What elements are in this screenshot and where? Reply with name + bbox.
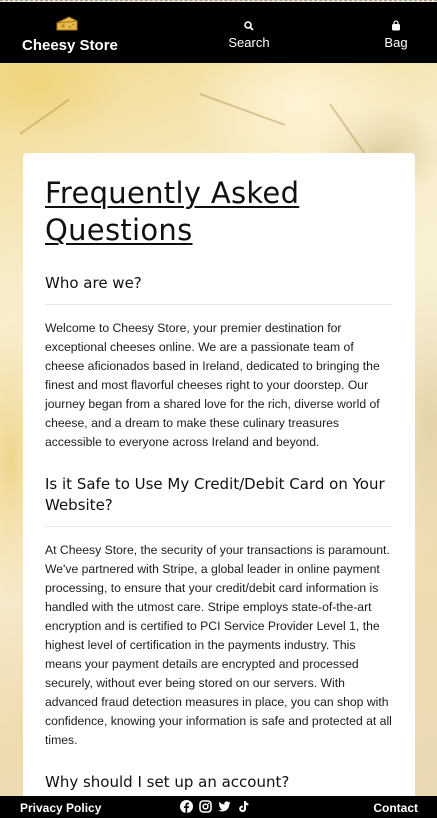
search-icon <box>225 19 273 31</box>
instagram-icon[interactable] <box>199 800 212 813</box>
twitter-icon[interactable] <box>218 800 231 813</box>
faq-card: Frequently Asked Questions Who are we? W… <box>23 153 415 818</box>
brand-name: Cheesy Store <box>22 37 118 54</box>
search-button[interactable]: Search <box>225 19 273 50</box>
faq-answer: Welcome to Cheesy Store, your premier de… <box>45 321 380 449</box>
bag-icon <box>378 19 414 31</box>
faq-item: Is it Safe to Use My Credit/Debit Card o… <box>45 474 392 750</box>
site-footer: Privacy Policy Contact <box>0 796 437 818</box>
contact-link[interactable]: Contact <box>373 801 418 815</box>
faq-answer: At Cheesy Store, the security of your tr… <box>45 543 392 747</box>
faq-item: Who are we? Welcome to Cheesy Store, you… <box>45 273 392 452</box>
tiktok-icon[interactable] <box>237 800 250 813</box>
search-label: Search <box>228 35 270 50</box>
bag-label: Bag <box>384 35 408 50</box>
page-title: Frequently Asked Questions <box>45 176 300 247</box>
bag-button[interactable]: Bag <box>378 19 414 50</box>
cheese-icon <box>55 15 79 33</box>
site-header: Cheesy Store Search Bag <box>0 2 437 63</box>
faq-question: Is it Safe to Use My Credit/Debit Card o… <box>45 474 392 527</box>
facebook-icon[interactable] <box>180 800 193 813</box>
social-links <box>180 800 250 813</box>
faq-question: Who are we? <box>45 273 392 305</box>
privacy-policy-link[interactable]: Privacy Policy <box>20 801 101 815</box>
